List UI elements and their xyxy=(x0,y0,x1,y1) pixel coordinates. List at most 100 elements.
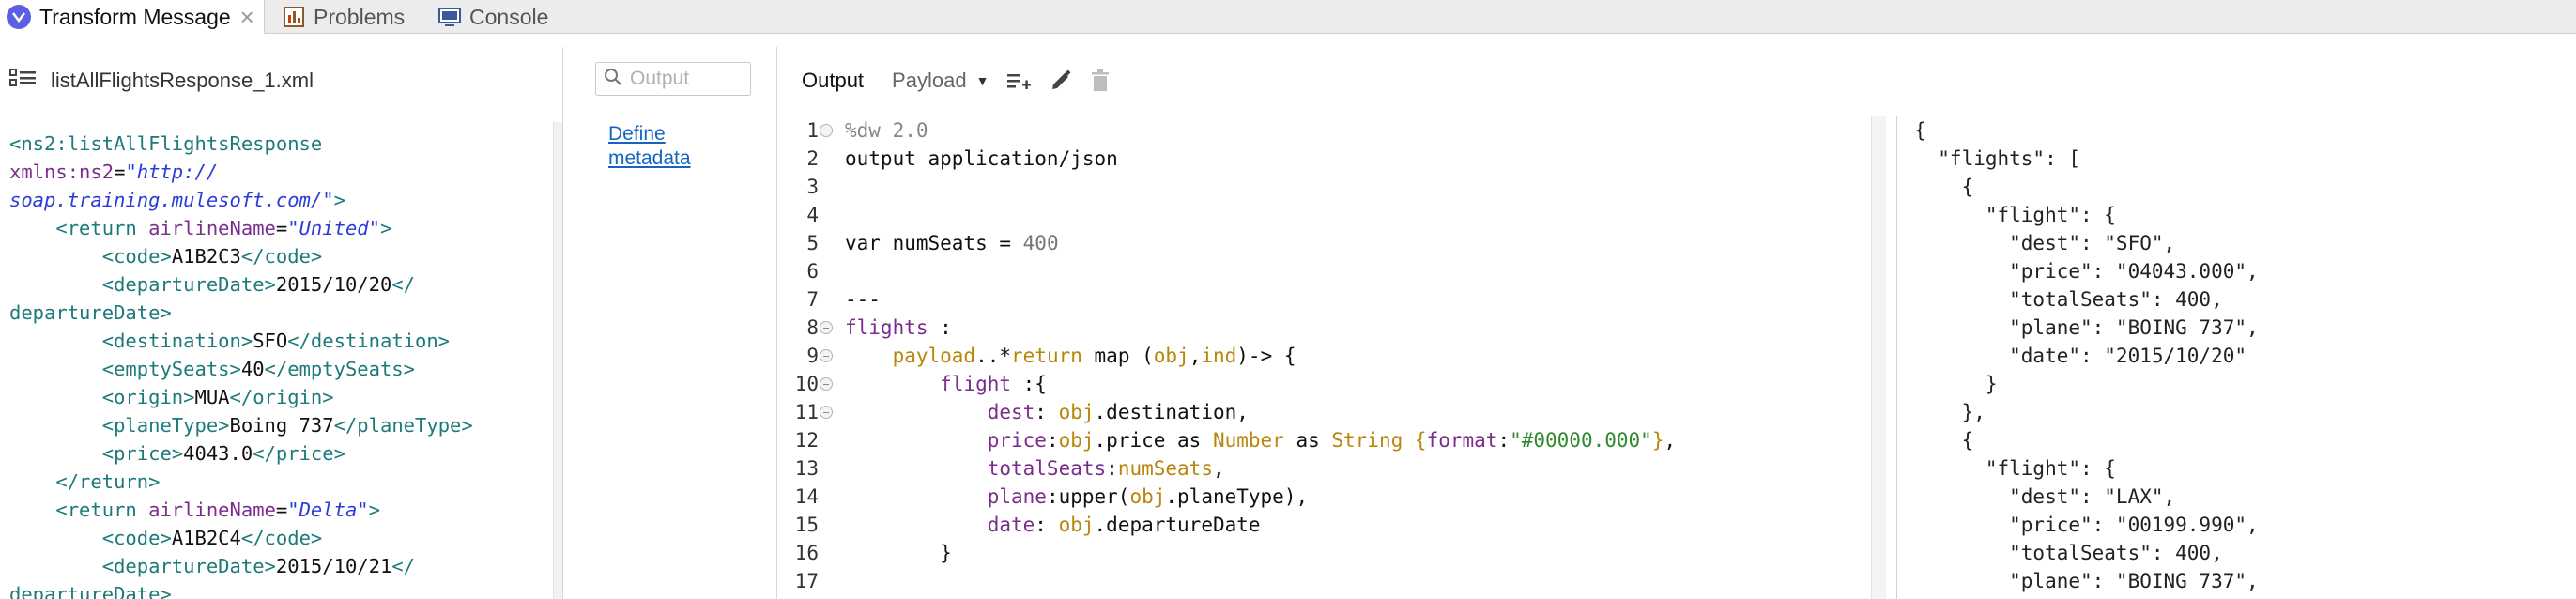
code-token: String xyxy=(1331,429,1403,452)
fold-toggle-icon[interactable] xyxy=(820,406,833,419)
xml-line: <origin>MUA</origin> xyxy=(9,383,535,411)
line-number: 10 xyxy=(794,373,819,395)
transform-editor: Output Payload ▼ 1 %dw 2.0 2 output applica… xyxy=(777,47,2576,599)
code-token: --- xyxy=(845,288,881,311)
xml-line: departureDate> xyxy=(9,580,535,599)
editor-scrollbar[interactable] xyxy=(1871,116,1886,599)
xml-line: <planeType>Boing 737</planeType> xyxy=(9,411,535,439)
code-line[interactable]: 4 xyxy=(785,201,1874,229)
xml-token: </return> xyxy=(55,470,161,493)
xml-token xyxy=(9,358,102,380)
xml-token: </planeType> xyxy=(333,414,473,437)
xml-token: <price> xyxy=(101,442,184,465)
code-text: %dw 2.0 xyxy=(845,116,928,145)
json-line: "totalSeats": 400, xyxy=(1914,288,2223,311)
code-token: , xyxy=(1212,457,1225,480)
code-line[interactable]: 6 xyxy=(785,257,1874,285)
xml-token xyxy=(9,330,102,352)
xml-token xyxy=(9,245,102,268)
code-token: obj xyxy=(1058,429,1095,452)
input-scrollbar[interactable] xyxy=(553,122,562,599)
fold-toggle-icon[interactable] xyxy=(820,349,833,362)
code-line[interactable]: 13 totalSeats:numSeats, xyxy=(785,454,1874,483)
fold-toggle-icon[interactable] xyxy=(820,321,833,334)
output-search[interactable] xyxy=(595,62,751,96)
xml-token: 2015/10/21 xyxy=(275,555,392,577)
xml-line: <destination>SFO</destination> xyxy=(9,327,535,355)
input-panel: listAllFlightsResponse_1.xml <ns2:listAl… xyxy=(0,47,563,599)
xml-token: <origin> xyxy=(101,386,195,408)
json-output-preview: { "flights": [ { "flight": { "dest": "SF… xyxy=(1914,116,2259,595)
xml-line: <code>A1B2C3</code> xyxy=(9,242,535,270)
xml-token: > xyxy=(368,499,380,521)
code-line[interactable]: 16 } xyxy=(785,539,1874,567)
delete-icon[interactable] xyxy=(1090,69,1111,93)
code-token: dest xyxy=(987,401,1035,423)
line-number: 7 xyxy=(806,288,819,311)
line-number: 16 xyxy=(794,542,819,564)
line-number: 12 xyxy=(794,429,819,452)
close-icon[interactable]: × xyxy=(240,5,254,29)
xml-token: <emptySeats> xyxy=(101,358,241,380)
add-list-icon[interactable] xyxy=(1005,69,1032,92)
code-line[interactable]: 17 xyxy=(785,567,1874,595)
xml-token: 4043.0 xyxy=(183,442,253,465)
code-token: 400 xyxy=(1022,232,1059,254)
xml-token: <destination> xyxy=(101,330,253,352)
code-line[interactable]: 5 var numSeats = 400 xyxy=(785,229,1874,257)
xml-token: <code> xyxy=(101,245,172,268)
target-select-value: Payload xyxy=(892,69,967,92)
define-metadata-link[interactable]: Define metadata xyxy=(608,122,730,171)
xml-token: Boing 737 xyxy=(229,414,334,437)
dataweave-code-editor[interactable]: 1 %dw 2.0 2 output application/json 3 4 5 var n… xyxy=(785,116,1881,599)
code-line[interactable]: 8 flights : xyxy=(785,314,1874,342)
code-line[interactable]: 3 xyxy=(785,173,1874,201)
xml-line: departureDate> xyxy=(9,299,535,327)
json-line: "flight": { xyxy=(1914,204,2116,226)
code-line[interactable]: 12 price:obj.price as Number as String {… xyxy=(785,426,1874,454)
code-token: return xyxy=(1011,345,1082,367)
fold-toggle-icon[interactable] xyxy=(820,124,833,137)
tab-label: Problems xyxy=(314,4,406,29)
code-token: var numSeats = xyxy=(845,232,1023,254)
code-line[interactable]: 1 %dw 2.0 xyxy=(785,116,1874,145)
code-line[interactable]: 14 plane:upper(obj.planeType), xyxy=(785,483,1874,511)
xml-token: = xyxy=(275,499,288,521)
xml-line: <departureDate>2015/10/21</ xyxy=(9,552,535,580)
xml-sample-view[interactable]: <ns2:listAllFlightsResponse xmlns:ns2="ht… xyxy=(9,130,535,599)
tab-console[interactable]: Console xyxy=(437,0,548,34)
tab-problems[interactable]: Problems xyxy=(282,0,405,34)
xml-token xyxy=(9,555,102,577)
code-token: format xyxy=(1426,429,1498,452)
code-token: .destination, xyxy=(1094,401,1249,423)
code-text: plane:upper(obj.planeType), xyxy=(845,483,1308,511)
xml-token: = xyxy=(114,161,126,183)
fold-toggle-icon[interactable] xyxy=(820,377,833,391)
code-line[interactable]: 7 --- xyxy=(785,285,1874,314)
edit-icon[interactable] xyxy=(1049,69,1073,93)
code-line[interactable]: 2 output application/json xyxy=(785,145,1874,173)
code-line[interactable]: 9 payload..*return map (obj,ind)-> { xyxy=(785,342,1874,370)
target-select[interactable]: Payload ▼ xyxy=(892,69,989,93)
code-text: output application/json xyxy=(845,145,1118,173)
tab-transform-message[interactable]: Transform Message × xyxy=(0,0,265,34)
line-number: 13 xyxy=(794,457,819,480)
xml-token: </ xyxy=(391,555,415,577)
code-line[interactable]: 10 flight :{ xyxy=(785,370,1874,398)
code-token: :upper( xyxy=(1046,485,1130,508)
code-token: numSeats xyxy=(1117,457,1213,480)
xml-token: <departureDate> xyxy=(101,555,276,577)
input-file-header[interactable]: listAllFlightsResponse_1.xml xyxy=(9,66,314,96)
code-line[interactable]: 15 date: obj.departureDate xyxy=(785,511,1874,539)
code-text: flights : xyxy=(845,314,952,342)
code-token: obj xyxy=(1153,345,1189,367)
xml-token: > xyxy=(333,189,345,211)
xml-token xyxy=(9,499,55,521)
search-input[interactable] xyxy=(630,68,743,90)
xml-line: xmlns:ns2="http:// xyxy=(9,158,535,186)
code-line[interactable]: 11 dest: obj.destination, xyxy=(785,398,1874,426)
tab-label: Console xyxy=(469,4,549,29)
xml-token: SFO xyxy=(253,330,288,352)
